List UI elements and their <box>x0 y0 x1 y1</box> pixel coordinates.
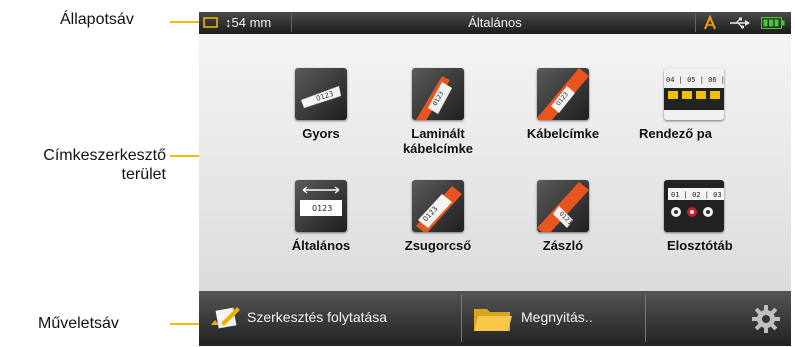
distribution-panel-label-icon: 01 | 02 | 03 <box>664 180 724 232</box>
tile-distribution-panel[interactable]: 01 | 02 | 03 Elosztótáb <box>639 180 749 253</box>
laminated-cable-label-icon: 0123 <box>412 68 464 120</box>
tile-label: Gyors <box>302 126 340 141</box>
tile-label: Zsugorcső <box>404 238 472 253</box>
tile-cable[interactable]: 0123 Kábelcímke <box>508 68 618 141</box>
tile-patch-panel[interactable]: 04 | 05 | 06 | 07 Rendező pa <box>639 68 749 141</box>
general-icon-sample: 0123 <box>312 204 332 213</box>
flag-label-icon: 0123 <box>537 180 589 232</box>
usb-icon <box>730 17 750 29</box>
action-bar-divider <box>645 295 646 342</box>
tile-flag[interactable]: 0123 Zászló <box>508 180 618 253</box>
continue-editing-button[interactable]: Szerkesztés folytatása <box>199 291 459 346</box>
editor-area-callout-line1: Címkeszerkesztő <box>43 147 166 164</box>
tile-general[interactable]: 0123 Általános <box>266 180 376 253</box>
distribution-icon-text: 01 | 02 | 03 <box>671 191 722 199</box>
heat-shrink-tube-icon: 0123 <box>412 180 464 232</box>
quick-label-icon: 0123 <box>295 68 347 120</box>
action-bar-callout: Műveletsáv <box>38 315 119 332</box>
continue-editing-label: Szerkesztés folytatása <box>247 309 388 325</box>
label-editor-area: 0123 Gyors 0123 Laminált kábelcímke 0123… <box>199 34 791 291</box>
folder-icon <box>474 309 512 331</box>
battery-icon <box>761 17 785 29</box>
tile-label: Kábelcímke <box>526 126 600 141</box>
editor-area-callout: Címkeszerkesztő terület <box>0 146 166 184</box>
tile-label: Laminált kábelcímke <box>402 126 474 156</box>
status-bar: ↕54 mm Általános <box>199 12 791 34</box>
tile-label: Zászló <box>542 238 584 253</box>
action-bar-callout-line <box>170 323 200 325</box>
status-bar-callout-line <box>170 21 200 23</box>
tile-label: Általános <box>291 238 351 253</box>
tile-quick[interactable]: 0123 Gyors <box>266 68 376 141</box>
action-bar-divider <box>461 295 462 342</box>
patch-panel-icon-text: 04 | 05 | 06 | 07 <box>666 76 724 84</box>
device-screen: ↕54 mm Általános 0123 Gyors 0123 Laminál… <box>199 12 791 346</box>
general-label-icon: 0123 <box>295 180 347 232</box>
action-bar: Szerkesztés folytatása Megnyitás.. <box>199 291 791 346</box>
cable-label-icon: 0123 <box>537 68 589 120</box>
status-bar-callout: Állapotsáv <box>60 11 134 28</box>
settings-gear-icon[interactable] <box>751 304 781 334</box>
tile-heat-shrink[interactable]: 0123 Zsugorcső <box>383 180 493 253</box>
patch-panel-label-icon: 04 | 05 | 06 | 07 <box>664 68 724 120</box>
tile-laminated-cable[interactable]: 0123 Laminált kábelcímke <box>383 68 493 156</box>
status-separator <box>695 14 696 32</box>
editor-area-callout-line2: terület <box>121 166 166 183</box>
tile-label: Rendező pa <box>639 126 712 141</box>
font-size-icon <box>704 15 716 30</box>
edit-continue-icon <box>211 307 240 329</box>
open-button[interactable]: Megnyitás.. <box>463 291 645 346</box>
open-label: Megnyitás.. <box>521 309 593 325</box>
tile-label: Elosztótáb <box>667 238 733 253</box>
